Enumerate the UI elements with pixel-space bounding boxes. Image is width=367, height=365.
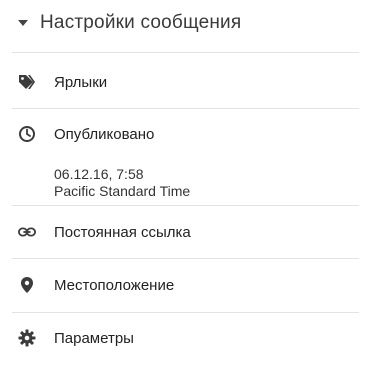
caret-down-icon <box>18 20 28 26</box>
divider <box>12 52 359 53</box>
labels-label: Ярлыки <box>54 73 108 91</box>
published-label: Опубликовано <box>54 125 155 143</box>
divider <box>12 205 359 206</box>
divider <box>12 108 359 109</box>
gear-icon <box>18 329 36 347</box>
options-label: Параметры <box>54 329 134 347</box>
location-pin-icon <box>18 276 36 294</box>
labels-row[interactable]: Ярлыки <box>0 70 367 94</box>
post-settings-panel: Настройки сообщения Ярлыки Опубликовано … <box>0 0 367 365</box>
permalink-row[interactable]: Постоянная ссылка <box>0 220 367 244</box>
published-timezone: Pacific Standard Time <box>54 183 191 199</box>
published-date: 06.12.16, 7:58 <box>54 166 144 182</box>
location-label: Местоположение <box>54 276 175 294</box>
permalink-label: Постоянная ссылка <box>54 223 191 241</box>
clock-icon <box>18 125 36 143</box>
panel-title: Настройки сообщения <box>40 12 242 33</box>
divider <box>12 258 359 259</box>
link-icon <box>18 223 36 241</box>
post-settings-header[interactable]: Настройки сообщения <box>12 10 241 36</box>
location-row[interactable]: Местоположение <box>0 273 367 297</box>
tag-icon <box>18 73 36 91</box>
options-row[interactable]: Параметры <box>0 326 367 350</box>
divider <box>12 312 359 313</box>
published-row[interactable]: Опубликовано <box>0 122 367 146</box>
